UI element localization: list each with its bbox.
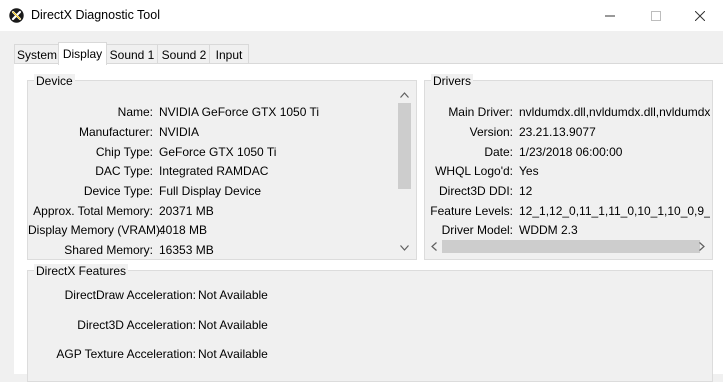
device-row-device-type: Device Type: Full Display Device	[28, 184, 394, 202]
row-value: 12	[519, 184, 533, 198]
row-label: Feature Levels:	[430, 204, 513, 218]
tab-label: Sound 1	[109, 47, 155, 62]
row-value: 4018 MB	[159, 223, 208, 237]
device-list: Name: NVIDIA GeForce GTX 1050 Ti Manufac…	[28, 86, 394, 257]
row-label: AGP Texture Acceleration:	[56, 347, 196, 361]
tab-label: System	[16, 47, 57, 62]
chevron-up-icon	[400, 91, 409, 98]
row-label: Device Type:	[83, 184, 153, 198]
row-label: Main Driver:	[448, 105, 513, 119]
tab-strip: System Display Sound 1 Sound 2 Input	[14, 42, 714, 65]
minimize-button[interactable]	[587, 0, 633, 31]
tab-display[interactable]: Display	[58, 42, 107, 65]
scroll-up-button[interactable]	[396, 86, 413, 103]
driver-row-whql: WHQL Logo'd: Yes	[425, 164, 710, 182]
scroll-down-button[interactable]	[396, 239, 413, 256]
row-label: Date:	[484, 145, 513, 159]
row-label: Version:	[469, 125, 513, 139]
row-label: Manufacturer:	[78, 125, 153, 139]
device-row-total-memory: Approx. Total Memory: 20371 MB	[28, 204, 394, 222]
window-title: DirectX Diagnostic Tool	[31, 8, 160, 22]
row-value: 23.21.13.9077	[519, 125, 596, 139]
row-label: DirectDraw Acceleration:	[64, 288, 196, 302]
device-vertical-scrollbar[interactable]	[396, 86, 413, 256]
tab-sound-2[interactable]: Sound 2	[157, 44, 211, 64]
row-label: Driver Model:	[441, 223, 513, 237]
row-label: Chip Type:	[95, 145, 153, 159]
device-row-dac-type: DAC Type: Integrated RAMDAC	[28, 164, 394, 182]
row-label: Name:	[117, 105, 153, 119]
directx-app-icon	[9, 8, 24, 23]
driver-row-d3d-ddi: Direct3D DDI: 12	[425, 184, 710, 202]
driver-row-driver-model: Driver Model: WDDM 2.3	[425, 223, 710, 238]
drivers-horizontal-scrollbar[interactable]	[425, 238, 710, 255]
row-label: Direct3D Acceleration:	[77, 318, 196, 332]
row-value: NVIDIA	[159, 125, 200, 139]
row-value: nvldumdx.dll,nvldumdx.dll,nvldumdx.dll,n…	[519, 105, 710, 119]
tab-input[interactable]: Input	[209, 44, 249, 64]
tab-label: Input	[215, 47, 243, 62]
row-label: Approx. Total Memory:	[33, 204, 153, 218]
close-button[interactable]	[677, 0, 723, 31]
row-label: Display Memory (VRAM):	[28, 223, 164, 237]
feature-row-directdraw: DirectDraw Acceleration: Not Available	[28, 288, 428, 306]
row-label: WHQL Logo'd:	[435, 164, 513, 178]
row-value: 16353 MB	[159, 243, 214, 257]
row-value: Not Available	[198, 318, 268, 332]
chevron-down-icon	[400, 244, 409, 251]
driver-row-main-driver: Main Driver: nvldumdx.dll,nvldumdx.dll,n…	[425, 105, 710, 123]
tab-label: Sound 2	[161, 47, 207, 62]
maximize-icon	[651, 10, 661, 21]
chevron-left-icon	[430, 242, 437, 251]
row-value: 20371 MB	[159, 204, 214, 218]
row-value: GeForce GTX 1050 Ti	[159, 145, 277, 159]
device-row-name: Name: NVIDIA GeForce GTX 1050 Ti	[28, 105, 394, 123]
row-value: 1/23/2018 06:00:00	[519, 145, 623, 159]
row-label: DAC Type:	[95, 164, 153, 178]
scroll-left-button[interactable]	[425, 238, 442, 255]
scroll-right-button[interactable]	[693, 238, 710, 255]
row-value: NVIDIA GeForce GTX 1050 Ti	[159, 105, 320, 119]
driver-row-feature-levels: Feature Levels: 12_1,12_0,11_1,11_0,10_1…	[425, 204, 710, 222]
scrollbar-thumb[interactable]	[398, 103, 411, 189]
close-icon	[695, 10, 705, 21]
row-value: WDDM 2.3	[519, 223, 578, 237]
row-value: Not Available	[198, 347, 268, 361]
device-row-chip-type: Chip Type: GeForce GTX 1050 Ti	[28, 145, 394, 163]
device-row-manufacturer: Manufacturer: NVIDIA	[28, 125, 394, 143]
device-row-vram: Display Memory (VRAM): 4018 MB	[28, 223, 394, 241]
scrollbar-thumb[interactable]	[442, 240, 700, 253]
maximize-button[interactable]	[633, 0, 679, 31]
row-value: Not Available	[198, 288, 268, 302]
device-row-shared-memory: Shared Memory: 16353 MB	[28, 243, 394, 257]
row-label: Direct3D DDI:	[438, 184, 513, 198]
driver-row-date: Date: 1/23/2018 06:00:00	[425, 145, 710, 163]
row-value: Integrated RAMDAC	[159, 164, 269, 178]
title-bar: DirectX Diagnostic Tool	[0, 0, 723, 31]
row-value: 12_1,12_0,11_1,11_0,10_1,10_0,9_3,9_2,9_…	[519, 204, 710, 218]
minimize-icon	[605, 15, 615, 16]
tab-label: Display	[62, 47, 103, 61]
tab-system[interactable]: System	[14, 44, 60, 64]
directx-features-group-label: DirectX Features	[34, 264, 129, 278]
row-value: Yes	[519, 164, 539, 178]
drivers-list: Main Driver: nvldumdx.dll,nvldumdx.dll,n…	[425, 86, 710, 238]
feature-row-direct3d: Direct3D Acceleration: Not Available	[28, 318, 428, 336]
chevron-right-icon	[698, 242, 705, 251]
row-label: Shared Memory:	[64, 243, 153, 257]
row-value: Full Display Device	[159, 184, 262, 198]
tab-sound-1[interactable]: Sound 1	[105, 44, 159, 64]
feature-row-agp-texture: AGP Texture Acceleration: Not Available	[28, 347, 428, 365]
driver-row-version: Version: 23.21.13.9077	[425, 125, 710, 143]
